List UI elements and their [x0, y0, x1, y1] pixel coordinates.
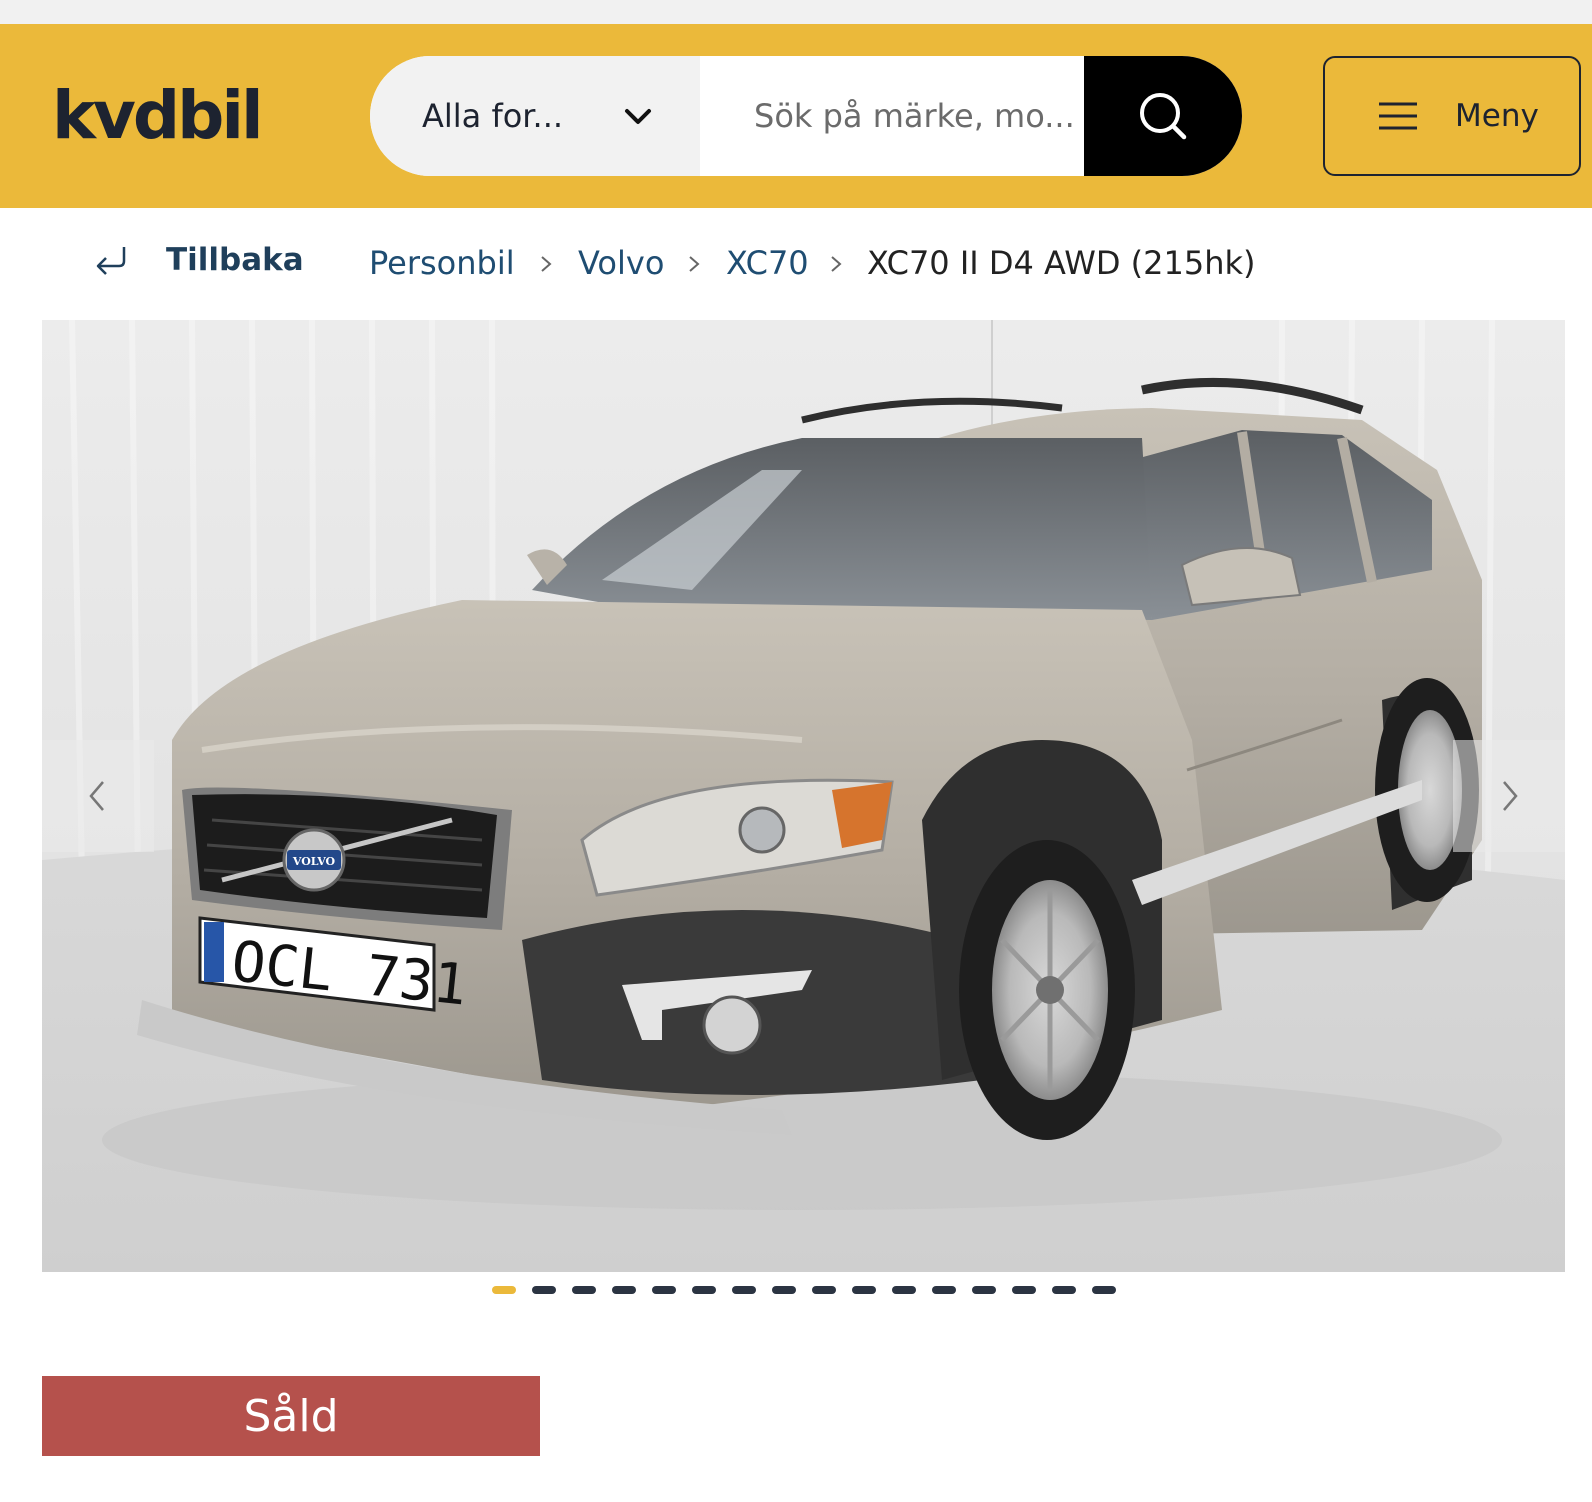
gallery-dot[interactable]: [1012, 1286, 1036, 1294]
gallery-prev-button[interactable]: [42, 740, 154, 852]
chevron-right-icon: [541, 256, 552, 272]
gallery-dot[interactable]: [812, 1286, 836, 1294]
car-photo: VOLVO OCL 731: [42, 320, 1565, 1272]
gallery-dot[interactable]: [852, 1286, 876, 1294]
chevron-left-icon: [89, 781, 104, 811]
gallery-dot[interactable]: [572, 1286, 596, 1294]
category-select[interactable]: Alla for...: [370, 56, 700, 176]
return-arrow-icon: [96, 247, 126, 275]
menu-button[interactable]: Meny: [1323, 56, 1581, 176]
image-gallery[interactable]: VOLVO OCL 731: [42, 320, 1565, 1272]
back-label: Tillbaka: [166, 242, 304, 278]
hamburger-icon: [1379, 102, 1417, 130]
chevron-right-icon: [1503, 781, 1518, 811]
category-select-label: Alla for...: [422, 97, 564, 135]
site-header: kvdbil Alla for... Meny: [0, 24, 1592, 208]
gallery-dot[interactable]: [732, 1286, 756, 1294]
browser-top-strip: [0, 0, 1592, 24]
chevron-right-icon: [831, 256, 842, 272]
chevron-right-icon: [689, 256, 700, 272]
breadcrumb: Tillbaka Personbil Volvo XC70 XC70 II D4…: [0, 232, 1592, 296]
gallery-dot[interactable]: [692, 1286, 716, 1294]
gallery-next-button[interactable]: [1453, 740, 1565, 852]
gallery-dot[interactable]: [532, 1286, 556, 1294]
volvo-badge-text: VOLVO: [292, 855, 336, 868]
gallery-dot[interactable]: [1052, 1286, 1076, 1294]
breadcrumb-current: XC70 II D4 AWD (215hk): [867, 244, 1256, 282]
search-button[interactable]: [1084, 56, 1242, 176]
gallery-dot[interactable]: [652, 1286, 676, 1294]
gallery-dot[interactable]: [612, 1286, 636, 1294]
search-bar: Alla for...: [370, 56, 1242, 176]
kvdbil-logo[interactable]: kvdbil: [52, 80, 264, 152]
menu-label: Meny: [1455, 98, 1539, 134]
gallery-dot[interactable]: [932, 1286, 956, 1294]
gallery-dot[interactable]: [972, 1286, 996, 1294]
breadcrumb-item-personbil[interactable]: Personbil: [369, 244, 515, 282]
sold-badge: Såld: [42, 1376, 540, 1456]
back-link[interactable]: Tillbaka: [94, 242, 304, 278]
breadcrumb-item-volvo[interactable]: Volvo: [578, 244, 664, 282]
chevron-down-icon: [625, 109, 651, 124]
gallery-pagination: [492, 1286, 1132, 1298]
breadcrumb-item-xc70[interactable]: XC70: [726, 244, 809, 282]
search-icon: [1140, 93, 1187, 140]
gallery-dot[interactable]: [1092, 1286, 1116, 1294]
gallery-dot[interactable]: [772, 1286, 796, 1294]
search-input[interactable]: [700, 56, 1084, 176]
gallery-dot[interactable]: [892, 1286, 916, 1294]
gallery-dot[interactable]: [492, 1286, 516, 1294]
